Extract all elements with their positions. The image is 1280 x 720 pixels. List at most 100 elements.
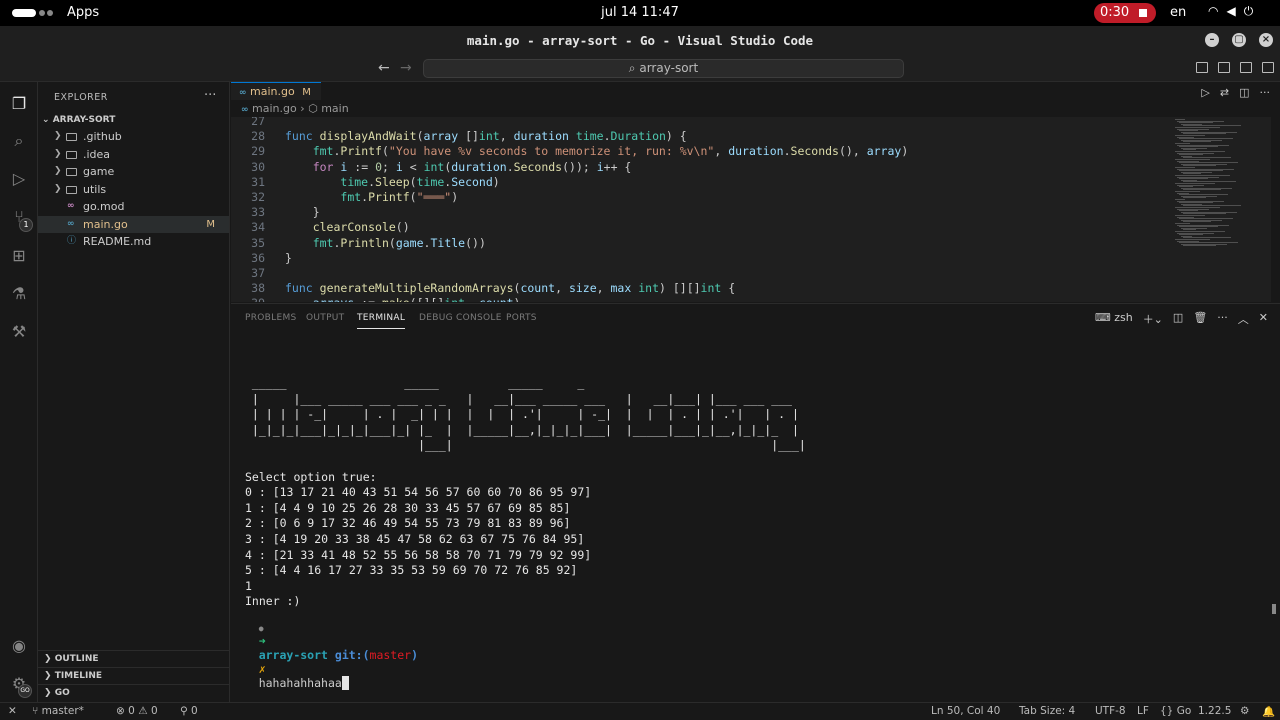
toggle-primary-sidebar-icon[interactable]	[1196, 62, 1208, 73]
accounts-icon[interactable]: ◉	[9, 636, 29, 656]
tree-item-label: game	[83, 165, 115, 178]
keyboard-layout[interactable]: en	[1170, 5, 1186, 20]
tree-item-game[interactable]: ❯ game	[38, 163, 229, 181]
forward-arrow-icon[interactable]: →	[400, 60, 412, 76]
code-line[interactable]: 32 fmt.Printf("═══")	[231, 190, 1171, 205]
more-actions-icon[interactable]: ···	[1260, 86, 1271, 99]
split-terminal-icon[interactable]: ◫	[1173, 311, 1183, 327]
code-line[interactable]: 34 clearConsole()	[231, 220, 1171, 235]
code-line[interactable]: 27	[231, 117, 1171, 129]
timeline-section[interactable]: ❯ TIMELINE	[38, 667, 229, 684]
maximize-button[interactable]: ▢	[1232, 33, 1246, 47]
cursor-position[interactable]: Ln 50, Col 40	[931, 705, 1000, 717]
problems-indicator[interactable]: ⊗ 0 ⚠ 0	[116, 705, 158, 717]
end-of-line[interactable]: LF	[1137, 705, 1149, 717]
docker-icon[interactable]: ⚒	[9, 322, 29, 342]
tab-terminal[interactable]: TERMINAL	[357, 313, 406, 329]
branch-indicator[interactable]: ⑂ master*	[32, 705, 84, 717]
tab-main-go[interactable]: ∞ main.go M	[231, 82, 321, 100]
status-bar: ✕ ⑂ master* ⊗ 0 ⚠ 0 ⚲ 0 Ln 50, Col 40 Ta…	[0, 702, 1280, 720]
more-actions-icon[interactable]: ···	[1217, 311, 1228, 327]
minimize-button[interactable]: –	[1205, 33, 1219, 47]
tab-ports[interactable]: PORTS	[506, 313, 537, 323]
tree-item-label: README.md	[83, 235, 152, 248]
clock[interactable]: jul 14 11:47	[0, 5, 1280, 20]
tree-item-main-go[interactable]: ∞ main.go M	[38, 215, 229, 233]
tab-problems[interactable]: PROBLEMS	[245, 313, 297, 323]
explorer-icon[interactable]: ❐	[9, 94, 29, 114]
compare-changes-icon[interactable]: ⇄	[1220, 86, 1229, 99]
code-line[interactable]: 38 func generateMultipleRandomArrays(coun…	[231, 281, 1171, 296]
code-line[interactable]: 33 }	[231, 205, 1171, 220]
back-arrow-icon[interactable]: ←	[378, 60, 390, 76]
tree-item-label: .github	[83, 130, 122, 143]
system-menu[interactable]: ◠ ◀ ⏻	[1208, 4, 1253, 19]
new-terminal-icon[interactable]: ＋⌄	[1143, 311, 1163, 327]
code-line[interactable]: 35 fmt.Println(game.Title())	[231, 236, 1171, 251]
more-actions-icon[interactable]: ···	[204, 88, 216, 103]
terminal-line: 1	[245, 578, 252, 593]
toggle-secondary-sidebar-icon[interactable]	[1240, 62, 1252, 73]
terminal-prompt[interactable]: ● ➜ array-sort git:(master) ✗ hahahahhah…	[231, 606, 418, 704]
minimap[interactable]	[1171, 117, 1271, 302]
language-mode[interactable]: {} Go	[1160, 705, 1191, 717]
run-icon[interactable]: ▷	[1201, 86, 1209, 99]
go-version[interactable]: 1.22.5	[1198, 705, 1231, 717]
git-branch-icon: ⑂	[32, 705, 39, 717]
terminal-shell-selector[interactable]: ⌨ zsh	[1095, 311, 1133, 327]
outline-section[interactable]: ❯ OUTLINE	[38, 650, 229, 667]
project-name: ARRAY-SORT	[52, 115, 116, 125]
close-panel-icon[interactable]: ✕	[1259, 311, 1268, 327]
tree-item-gomod[interactable]: ∞ go.mod	[38, 198, 229, 216]
tab-debug-console[interactable]: DEBUG CONSOLE	[419, 313, 502, 323]
breadcrumb-symbol[interactable]: main	[321, 102, 348, 115]
terminal-scrollbar[interactable]	[1272, 604, 1276, 614]
terminal-actions: ⌨ zsh ＋⌄ ◫ 🗑 ··· ︿ ✕	[1095, 311, 1268, 327]
tree-item-readme[interactable]: ⓘ README.md	[38, 233, 229, 251]
customize-layout-icon[interactable]	[1262, 62, 1274, 73]
tree-item-utils[interactable]: ❯ utils	[38, 181, 229, 199]
tree-item-github[interactable]: ❯ .github	[38, 128, 229, 146]
terminal-line: 1 : [4 4 9 10 25 26 28 30 33 45 57 67 69…	[245, 500, 571, 515]
screen-recording-indicator[interactable]: 0:30	[1094, 3, 1156, 23]
code-line[interactable]: 30 for i := 0; i < int(duration.Seconds(…	[231, 160, 1171, 175]
code-editor[interactable]: 27 28 func displayAndWait(array []int, dur…	[231, 117, 1171, 302]
code-line[interactable]: 28 func displayAndWait(array []int, durat…	[231, 129, 1171, 144]
code-line[interactable]: 39 arrays := make([][]int, count)	[231, 296, 1171, 302]
line-content: arrays := make([][]int, count)	[285, 296, 521, 302]
tab-output[interactable]: OUTPUT	[306, 313, 344, 323]
code-line[interactable]: 29 fmt.Printf("You have %v seconds to me…	[231, 144, 1171, 159]
terminal-input[interactable]: hahahahhahaa	[259, 676, 342, 690]
run-debug-icon[interactable]: ▷	[9, 169, 29, 189]
tree-item-idea[interactable]: ❯ .idea	[38, 146, 229, 164]
terminal-icon: ⌨	[1094, 311, 1111, 324]
line-number: 27	[251, 117, 265, 128]
terminal-line: 0 : [13 17 21 40 43 51 54 56 57 60 60 70…	[245, 485, 592, 500]
project-folder-header[interactable]: ⌄ ARRAY-SORT	[38, 112, 229, 128]
split-editor-icon[interactable]: ◫	[1239, 86, 1249, 99]
notifications-icon[interactable]: 🔔	[1262, 705, 1275, 718]
command-center-search[interactable]: ⌕ array-sort	[423, 59, 904, 78]
remote-icon[interactable]: ✕	[8, 705, 17, 717]
ports-indicator[interactable]: ⚲ 0	[180, 705, 198, 717]
prompt-git-close: )	[411, 648, 418, 662]
code-line[interactable]: 37	[231, 266, 1171, 281]
toggle-panel-icon[interactable]	[1218, 62, 1230, 73]
wifi-icon: ◠	[1208, 4, 1219, 18]
testing-icon[interactable]: ⚗	[9, 284, 29, 304]
terminal-output[interactable]: _____ _____ _____ _ | |___ _____ ___ ___…	[245, 376, 806, 610]
go-section[interactable]: ❯ GO	[38, 684, 229, 701]
warning-count: 0	[150, 705, 158, 717]
close-button[interactable]: ×	[1259, 33, 1273, 47]
code-line[interactable]: 36}	[231, 251, 1171, 266]
minimap-line	[1183, 197, 1206, 199]
code-line[interactable]: 31 time.Sleep(time.Second)	[231, 175, 1171, 190]
terminal-line: |_|_|_|___|_|_|_|___|_| |_ | |_____|__,|…	[245, 422, 799, 437]
maximize-panel-icon[interactable]: ︿	[1238, 311, 1249, 327]
extensions-icon[interactable]: ⊞	[9, 246, 29, 266]
encoding[interactable]: UTF-8	[1095, 705, 1126, 717]
search-view-icon[interactable]: ⌕	[9, 131, 29, 151]
tab-size[interactable]: Tab Size: 4	[1019, 705, 1075, 717]
kill-terminal-icon[interactable]: 🗑	[1193, 311, 1207, 327]
breadcrumb-file[interactable]: main.go	[252, 102, 297, 115]
